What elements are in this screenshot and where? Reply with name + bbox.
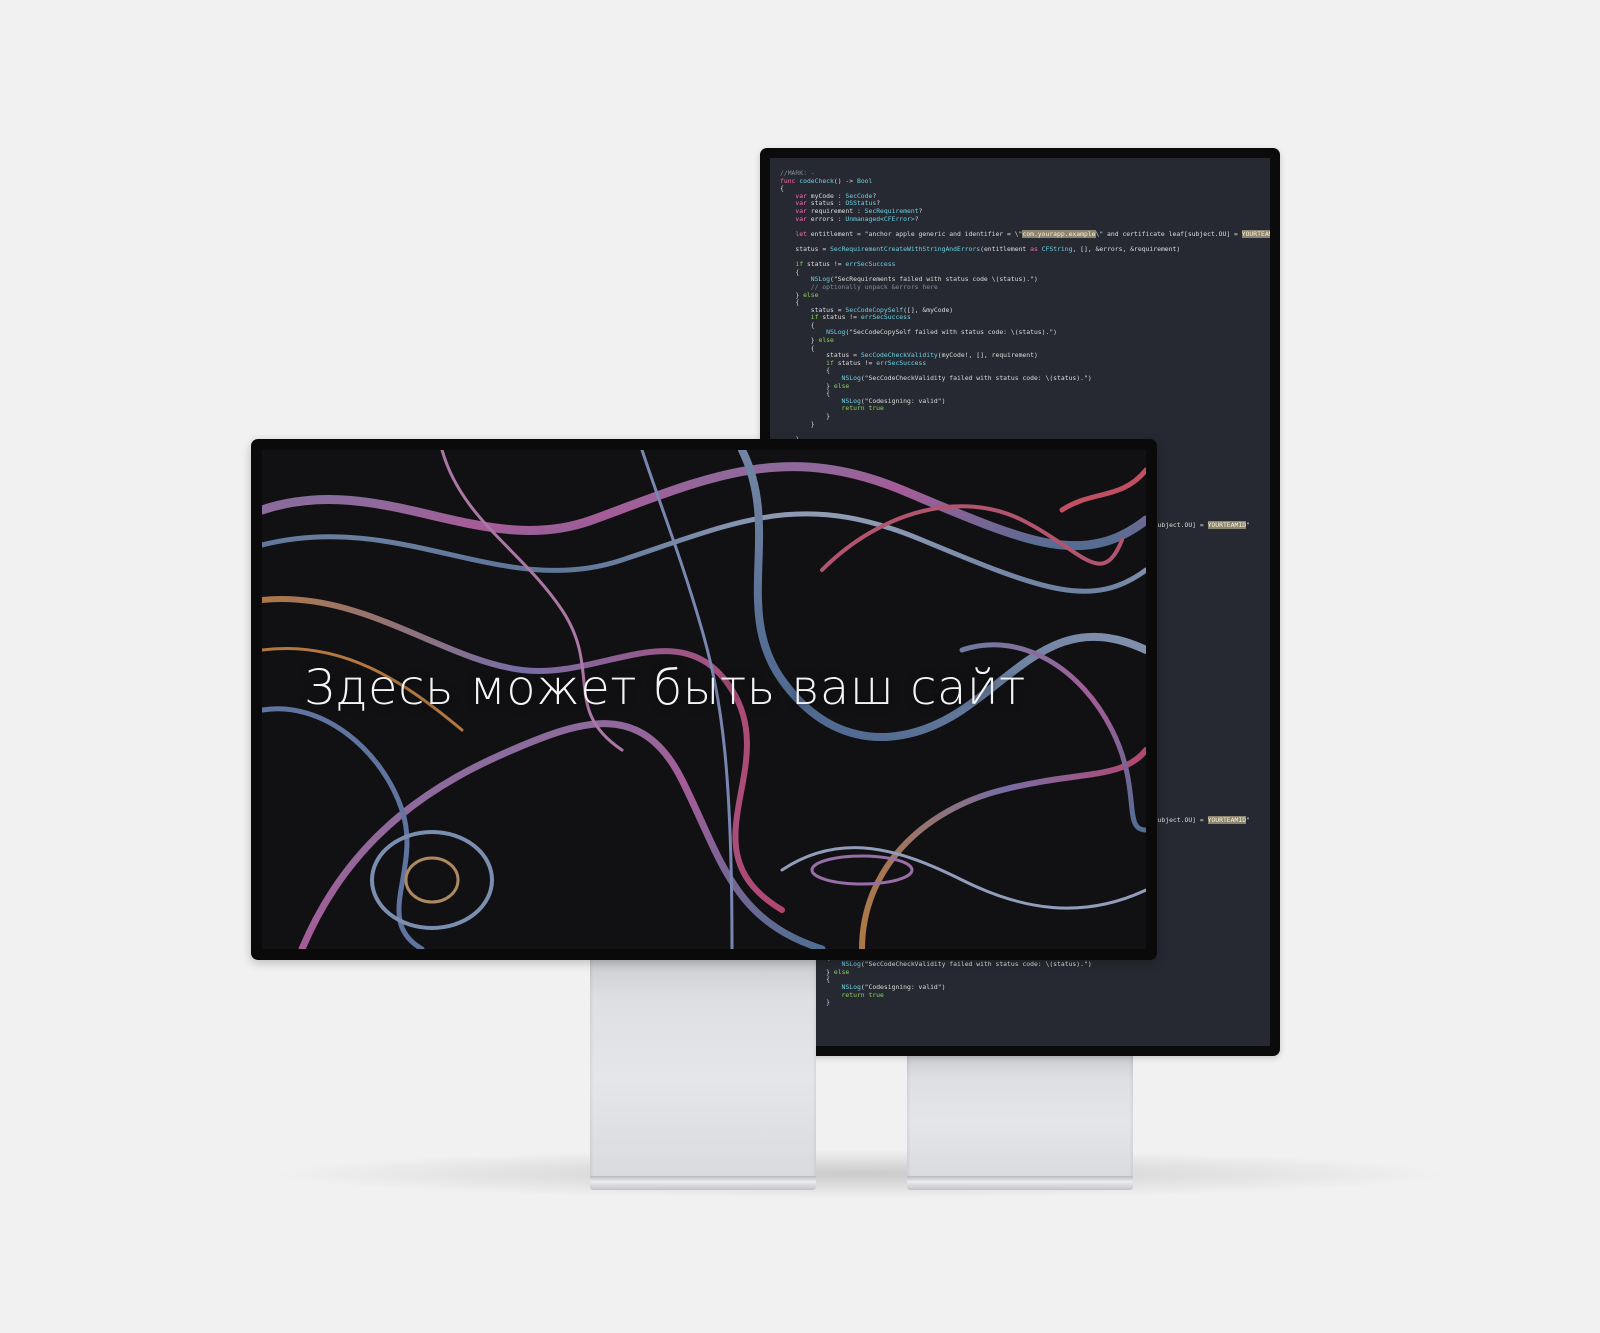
code-line: status = SecRequirementCreateWithStringA… — [780, 244, 1260, 254]
code-token: ? — [918, 206, 923, 215]
code-line: let entitlement = "anchor apple generic … — [780, 229, 1270, 239]
code-token: entitlement = "anchor apple generic and … — [810, 229, 1023, 238]
code-token: Bool — [856, 176, 873, 185]
code-token: errors : — [810, 214, 846, 223]
front-monitor-landscape: Здесь может быть ваш сайт — [251, 439, 1157, 960]
code-token: status != — [822, 313, 861, 322]
code-token: } — [780, 419, 815, 428]
code-listing: //MARK: - func codeCheck() -> Bool{ var m… — [780, 169, 1270, 443]
code-token: Unmanaged<CFError> — [845, 214, 915, 223]
code-token: errSecSuccess — [876, 358, 927, 367]
code-line: return true — [780, 405, 1260, 413]
abstract-wallpaper: Здесь может быть ваш сайт — [262, 450, 1146, 949]
front-monitor-stand-foot — [590, 1176, 816, 1190]
code-line: } else — [780, 336, 1260, 345]
back-monitor-stand-foot — [907, 1176, 1133, 1190]
code-token: else — [803, 290, 819, 299]
code-token: ("SecCodeCheckValidity failed with statu… — [860, 374, 1092, 383]
code-line: } else — [780, 290, 1260, 300]
code-line: NSLog("SecCodeCopySelf failed with statu… — [780, 329, 1260, 337]
code-token: ("SecCodeCopySelf failed with status cod… — [845, 328, 1058, 337]
code-token: YOURTEAMID — [1207, 521, 1247, 529]
code-line: } — [780, 419, 1260, 429]
code-line: if status != errSecSuccess — [780, 358, 1260, 368]
code-token: () -> — [833, 176, 857, 185]
code-line: } — [780, 998, 1092, 1007]
code-token: \" and certificate leaf[subject.OU] = — [1095, 229, 1242, 238]
back-monitor-stand — [907, 1055, 1133, 1179]
code-token: codeCheck — [799, 176, 834, 185]
code-line: func codeCheck() -> Bool — [780, 176, 1260, 186]
code-token: status != — [837, 358, 877, 367]
code-token: ("SecCodeCheckValidity failed with statu… — [860, 960, 1092, 969]
code-token: let — [780, 229, 811, 238]
code-token: else — [833, 967, 850, 976]
code-token: " — [1246, 816, 1250, 824]
code-token: status = — [780, 244, 831, 253]
floor-shadow — [280, 1150, 1440, 1198]
code-token: YOURTEAMID — [1207, 816, 1247, 824]
code-line: } else — [780, 381, 1260, 391]
code-line: var errors : Unmanaged<CFError>? — [780, 214, 1260, 224]
code-token: (myCode!, [], requirement) — [937, 351, 1038, 360]
code-token: " — [1246, 521, 1250, 529]
code-token: errSecSuccess — [860, 313, 911, 322]
headline-text: Здесь может быть ваш сайт — [304, 660, 1026, 716]
code-line-fragment: f[subject.OU] = YOURTEAMID" — [1146, 816, 1250, 825]
code-line-fragment: f[subject.OU] = YOURTEAMID" — [1146, 521, 1250, 530]
code-token: as — [1030, 244, 1042, 253]
code-line: if status != errSecSuccess — [780, 260, 1260, 269]
code-line: // optionally unpack &errors here — [780, 283, 1260, 292]
code-line: } — [780, 412, 1260, 421]
code-token: (entitlement — [980, 244, 1031, 253]
code-token: else — [818, 336, 834, 345]
code-token: , [], &errors, &requirement) — [1072, 244, 1181, 253]
code-token: ? — [914, 214, 919, 223]
code-token: status != — [806, 260, 846, 269]
code-token: else — [833, 381, 850, 390]
code-token: SecRequirementCreateWithStringAndErrors — [830, 244, 981, 253]
code-token: errSecSuccess — [845, 260, 896, 269]
code-token: CFString — [1041, 244, 1073, 253]
code-line: if status != errSecSuccess — [780, 313, 1260, 322]
code-line: NSLog("SecCodeCheckValidity failed with … — [780, 374, 1260, 383]
code-token: com.yourapp.example — [1022, 229, 1096, 238]
code-token: YOURTEAMID — [1241, 229, 1270, 238]
front-monitor-stand — [590, 958, 816, 1179]
code-token: var — [780, 214, 811, 223]
